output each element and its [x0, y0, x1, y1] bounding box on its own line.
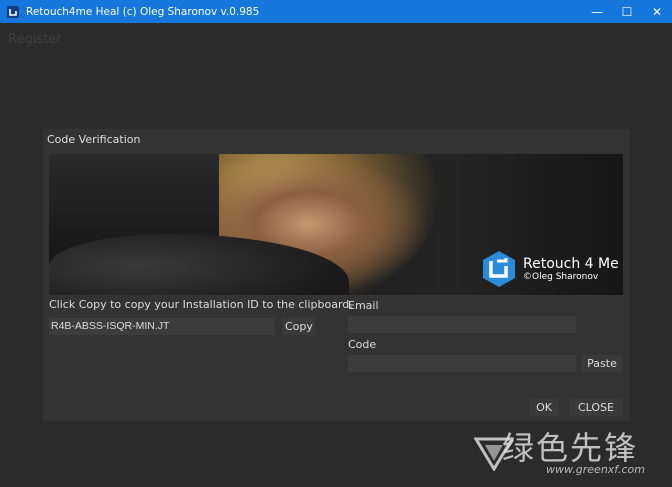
instruction-text: Click Copy to copy your Installation ID …	[49, 298, 353, 311]
ok-button[interactable]: OK	[529, 399, 559, 416]
register-menu[interactable]: Register	[8, 32, 62, 47]
code-field[interactable]	[348, 355, 576, 372]
code-label: Code	[348, 338, 377, 351]
window-title: Retouch4me Heal (c) Oleg Sharonov v.0.98…	[26, 5, 260, 18]
title-bar[interactable]: Retouch4me Heal (c) Oleg Sharonov v.0.98…	[0, 0, 672, 23]
email-label: Email	[348, 299, 379, 312]
code-verification-dialog: Code Verification Retouch 4 Me ©Oleg Sha…	[43, 129, 630, 421]
close-button[interactable]: CLOSE	[569, 399, 623, 416]
app-icon	[7, 5, 19, 18]
window-controls: — ☐ ✕	[582, 0, 672, 23]
installation-id-field[interactable]	[49, 318, 275, 335]
email-field[interactable]	[348, 316, 576, 333]
close-window-button[interactable]: ✕	[642, 0, 672, 23]
banner-sweater	[49, 234, 349, 295]
dialog-title: Code Verification	[47, 133, 141, 146]
brand-subtitle: ©Oleg Sharonov	[523, 271, 599, 282]
copy-button[interactable]: Copy	[282, 318, 316, 335]
retouch4me-logo-icon	[483, 251, 515, 287]
paste-button[interactable]: Paste	[582, 355, 622, 372]
banner-image: Retouch 4 Me ©Oleg Sharonov	[49, 154, 623, 295]
watermark: 绿色先锋 www.greenxf.com	[474, 423, 670, 485]
maximize-button[interactable]: ☐	[612, 0, 642, 23]
watermark-url: www.greenxf.com	[546, 463, 645, 476]
brand-text: Retouch 4 Me ©Oleg Sharonov	[523, 256, 619, 283]
minimize-button[interactable]: —	[582, 0, 612, 23]
brand-name: Retouch 4 Me	[523, 255, 619, 272]
brand: Retouch 4 Me ©Oleg Sharonov	[479, 249, 619, 289]
